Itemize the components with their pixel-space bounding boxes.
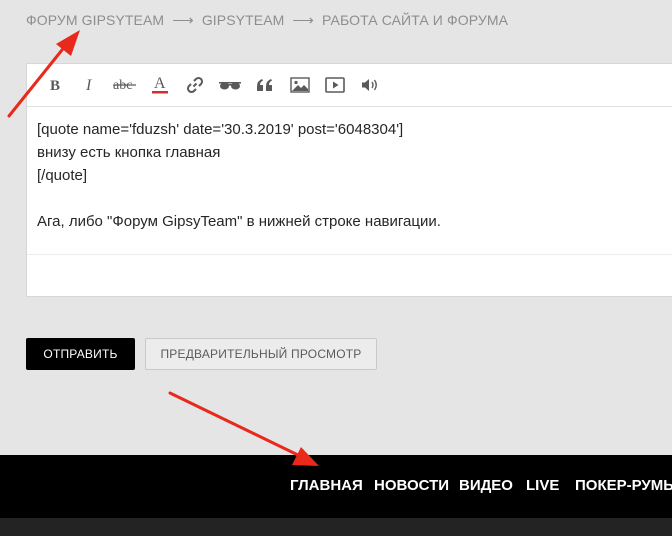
image-icon[interactable] bbox=[282, 71, 317, 99]
breadcrumb-item-forum[interactable]: ФОРУМ GIPSYTEAM bbox=[26, 12, 164, 28]
link-icon[interactable] bbox=[177, 71, 212, 99]
breadcrumb-separator: ⟶ bbox=[172, 12, 194, 29]
post-editor: B I abc A [quote name='fduzsh' date='30.… bbox=[26, 63, 672, 297]
video-icon[interactable] bbox=[317, 71, 352, 99]
glasses-icon[interactable] bbox=[212, 71, 247, 99]
text-color-icon[interactable]: A bbox=[142, 71, 177, 99]
footer-bottom-bar bbox=[0, 518, 672, 536]
breadcrumb-separator: ⟶ bbox=[292, 12, 315, 29]
nav-item-news[interactable]: НОВОСТИ bbox=[374, 477, 449, 494]
breadcrumb-item-site-work[interactable]: РАБОТА САЙТА И ФОРУМА bbox=[322, 12, 508, 28]
editor-textarea[interactable]: [quote name='fduzsh' date='30.3.2019' po… bbox=[27, 107, 672, 255]
editor-line: [quote name='fduzsh' date='30.3.2019' po… bbox=[37, 121, 404, 138]
footer-navigation: ГЛАВНАЯ НОВОСТИ ВИДЕО LIVE ПОКЕР-РУМЫ bbox=[0, 455, 672, 518]
editor-line: [/quote] bbox=[37, 167, 88, 184]
svg-text:I: I bbox=[85, 77, 92, 93]
preview-button[interactable]: ПРЕДВАРИТЕЛЬНЫЙ ПРОСМОТР bbox=[145, 338, 377, 370]
audio-icon[interactable] bbox=[352, 71, 387, 99]
nav-item-live[interactable]: LIVE bbox=[526, 477, 559, 494]
editor-line: Ага, либо "Форум GipsyTeam" в нижней стр… bbox=[37, 213, 441, 230]
send-button[interactable]: ОТПРАВИТЬ bbox=[26, 338, 135, 370]
nav-item-video[interactable]: ВИДЕО bbox=[459, 477, 513, 494]
italic-icon[interactable]: I bbox=[72, 71, 107, 99]
quote-icon[interactable] bbox=[247, 71, 282, 99]
svg-text:A: A bbox=[154, 75, 166, 92]
breadcrumb: ФОРУМ GIPSYTEAM ⟶ GIPSYTEAM ⟶ РАБОТА САЙ… bbox=[26, 10, 508, 30]
nav-item-main[interactable]: ГЛАВНАЯ bbox=[290, 477, 363, 494]
svg-text:B: B bbox=[50, 78, 60, 93]
editor-line: внизу есть кнопка главная bbox=[37, 144, 221, 161]
bold-icon[interactable]: B bbox=[37, 71, 72, 99]
editor-toolbar: B I abc A bbox=[27, 64, 672, 107]
strikethrough-icon[interactable]: abc bbox=[107, 71, 142, 99]
nav-item-poker-rooms[interactable]: ПОКЕР-РУМЫ bbox=[575, 477, 672, 494]
breadcrumb-item-gipsyteam[interactable]: GIPSYTEAM bbox=[202, 12, 285, 28]
